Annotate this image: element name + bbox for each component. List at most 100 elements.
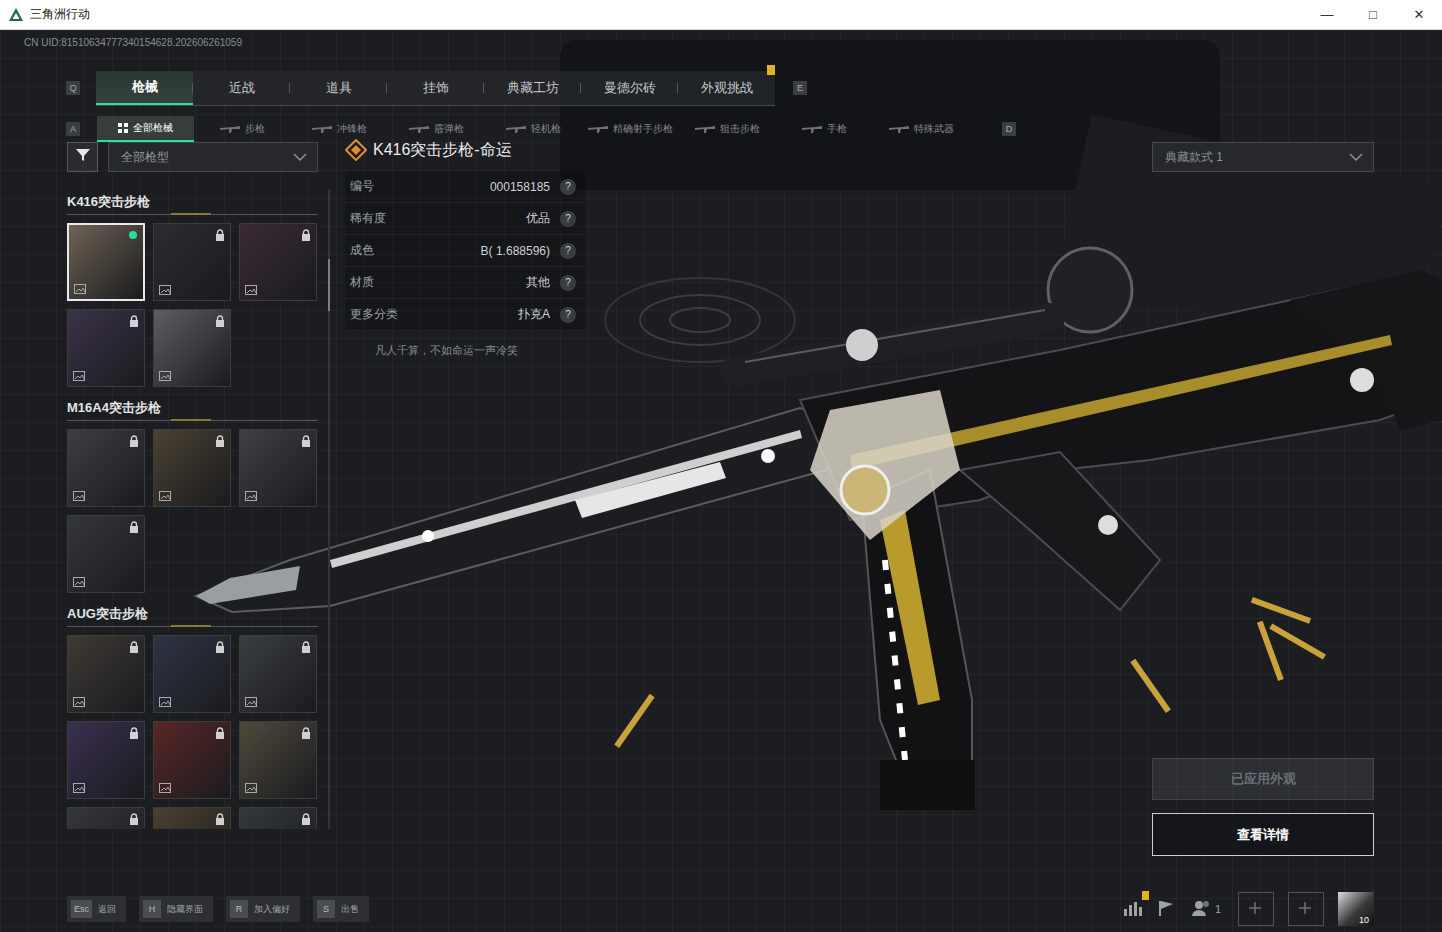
stats-button[interactable] [1123, 899, 1143, 919]
sub-tab[interactable]: 全部枪械 [97, 116, 194, 142]
lock-icon [129, 641, 139, 653]
skin-thumb[interactable] [67, 721, 145, 799]
prev-subtab-key[interactable]: A [66, 122, 80, 136]
rifle-icon [695, 125, 715, 133]
skin-thumb[interactable] [67, 515, 145, 593]
style-dropdown[interactable]: 典藏款式 1 [1152, 142, 1374, 172]
skin-thumb[interactable] [239, 807, 317, 829]
sub-tab[interactable]: 特殊武器 [873, 116, 970, 142]
skin-thumb[interactable] [153, 807, 231, 829]
sub-tab[interactable]: 手枪 [776, 116, 873, 142]
skin-thumb[interactable] [67, 429, 145, 507]
spacer [1152, 172, 1374, 758]
skin-thumb[interactable] [153, 309, 231, 387]
add-icon [1297, 900, 1313, 918]
help-button[interactable]: ? [560, 307, 576, 323]
list-wrap: K416突击步枪M16A4突击步枪AUG突击步枪 [67, 189, 330, 829]
details-button[interactable]: 查看详情 [1152, 813, 1374, 856]
equipped-dot [302, 814, 310, 822]
skin-thumb[interactable] [153, 635, 231, 713]
hotkey-hint[interactable]: H隐藏界面 [139, 896, 213, 922]
tab-label: 挂饰 [423, 80, 449, 95]
skin-thumb[interactable] [239, 429, 317, 507]
scrollbar[interactable] [328, 189, 330, 829]
sub-tab[interactable]: 狙击步枪 [679, 116, 776, 142]
weapon-type-dropdown[interactable]: 全部枪型 [108, 142, 318, 172]
top-tab[interactable]: 外观挑战 [678, 71, 775, 105]
add-icon [1247, 900, 1263, 918]
skin-thumb[interactable] [239, 223, 317, 301]
filter-button[interactable] [67, 142, 98, 172]
app-logo-icon [8, 7, 24, 23]
friends-button[interactable]: 1 [1192, 900, 1224, 918]
sub-tabs: 全部枪械步枪冲锋枪霰弹枪轻机枪精确射手步枪狙击步枪手枪特殊武器 [97, 116, 970, 142]
next-subtab-key[interactable]: D [1002, 122, 1016, 136]
sub-tab[interactable]: 冲锋枪 [291, 116, 388, 142]
lock-icon [215, 813, 225, 825]
minimize-button[interactable]: — [1304, 0, 1350, 29]
avatar-button[interactable]: 10 [1338, 892, 1374, 926]
equipped-dot [302, 728, 310, 736]
flag-button[interactable] [1157, 899, 1178, 919]
help-button[interactable]: ? [560, 179, 576, 195]
sub-tab[interactable]: 步枪 [194, 116, 291, 142]
hotkey-hint[interactable]: S出售 [313, 896, 369, 922]
equipped-dot [130, 728, 138, 736]
skin-list: K416突击步枪M16A4突击步枪AUG突击步枪 [67, 189, 318, 829]
equipped-dot [216, 230, 224, 238]
sub-tab[interactable]: 轻机枪 [485, 116, 582, 142]
sub-tab[interactable]: 霰弹枪 [388, 116, 485, 142]
skin-thumb[interactable] [239, 635, 317, 713]
top-tab[interactable]: 近战 [193, 71, 290, 105]
rifle-icon [802, 125, 822, 133]
filter-icon [75, 147, 91, 167]
help-button[interactable]: ? [560, 211, 576, 227]
lock-icon [215, 229, 225, 241]
skin-thumb[interactable] [67, 635, 145, 713]
add-button[interactable] [1288, 892, 1324, 926]
top-tab[interactable]: 枪械 [96, 71, 193, 105]
info-label: 成色 [350, 242, 374, 259]
tab-label: 近战 [229, 80, 255, 95]
equipped-dot [129, 231, 137, 239]
content: 全部枪型K416突击步枪M16A4突击步枪AUG突击步枪K416突击步枪-命运编… [0, 142, 1442, 860]
rifle-icon [312, 125, 332, 133]
scrollbar-thumb[interactable] [328, 259, 330, 311]
maximize-button[interactable]: □ [1350, 0, 1396, 29]
lock-icon [215, 315, 225, 327]
top-tab[interactable]: 曼德尔砖 [581, 71, 678, 105]
lock-icon [301, 641, 311, 653]
skin-thumb[interactable] [153, 223, 231, 301]
button-label: 查看详情 [1237, 826, 1289, 844]
equipped-dot [302, 436, 310, 444]
lock-icon [301, 727, 311, 739]
help-button[interactable]: ? [560, 275, 576, 291]
image-icon [73, 697, 85, 707]
hotkey-hint[interactable]: Esc返回 [67, 896, 126, 922]
hotkey-hint[interactable]: R加入偏好 [226, 896, 300, 922]
prev-tab-key[interactable]: Q [66, 81, 80, 95]
dropdown-value: 典藏款式 1 [1165, 149, 1223, 166]
equipped-dot [130, 316, 138, 324]
skin-thumb[interactable] [153, 721, 231, 799]
info-label: 稀有度 [350, 210, 386, 227]
skin-thumb[interactable] [67, 223, 145, 301]
lock-icon [129, 315, 139, 327]
add-button[interactable] [1238, 892, 1274, 926]
info-row: 编号000158185? [345, 171, 585, 203]
ui-layer: CN UID:81510634777340154628.202606261059… [0, 30, 1442, 932]
skin-thumb[interactable] [67, 309, 145, 387]
close-button[interactable]: ✕ [1396, 0, 1442, 29]
top-tab[interactable]: 典藏工坊 [484, 71, 581, 105]
sub-tab[interactable]: 精确射手步枪 [582, 116, 679, 142]
tab-label: 典藏工坊 [507, 80, 559, 95]
next-tab-key[interactable]: E [793, 81, 807, 95]
bottom-bar: Esc返回 H隐藏界面 R加入偏好 S出售 1 10 [0, 892, 1442, 926]
help-button[interactable]: ? [560, 243, 576, 259]
top-tab[interactable]: 道具 [290, 71, 387, 105]
top-tab[interactable]: 挂饰 [387, 71, 484, 105]
tab-label-wrap: 曼德尔砖 [604, 79, 656, 97]
skin-thumb[interactable] [67, 807, 145, 829]
skin-thumb[interactable] [153, 429, 231, 507]
skin-thumb[interactable] [239, 721, 317, 799]
